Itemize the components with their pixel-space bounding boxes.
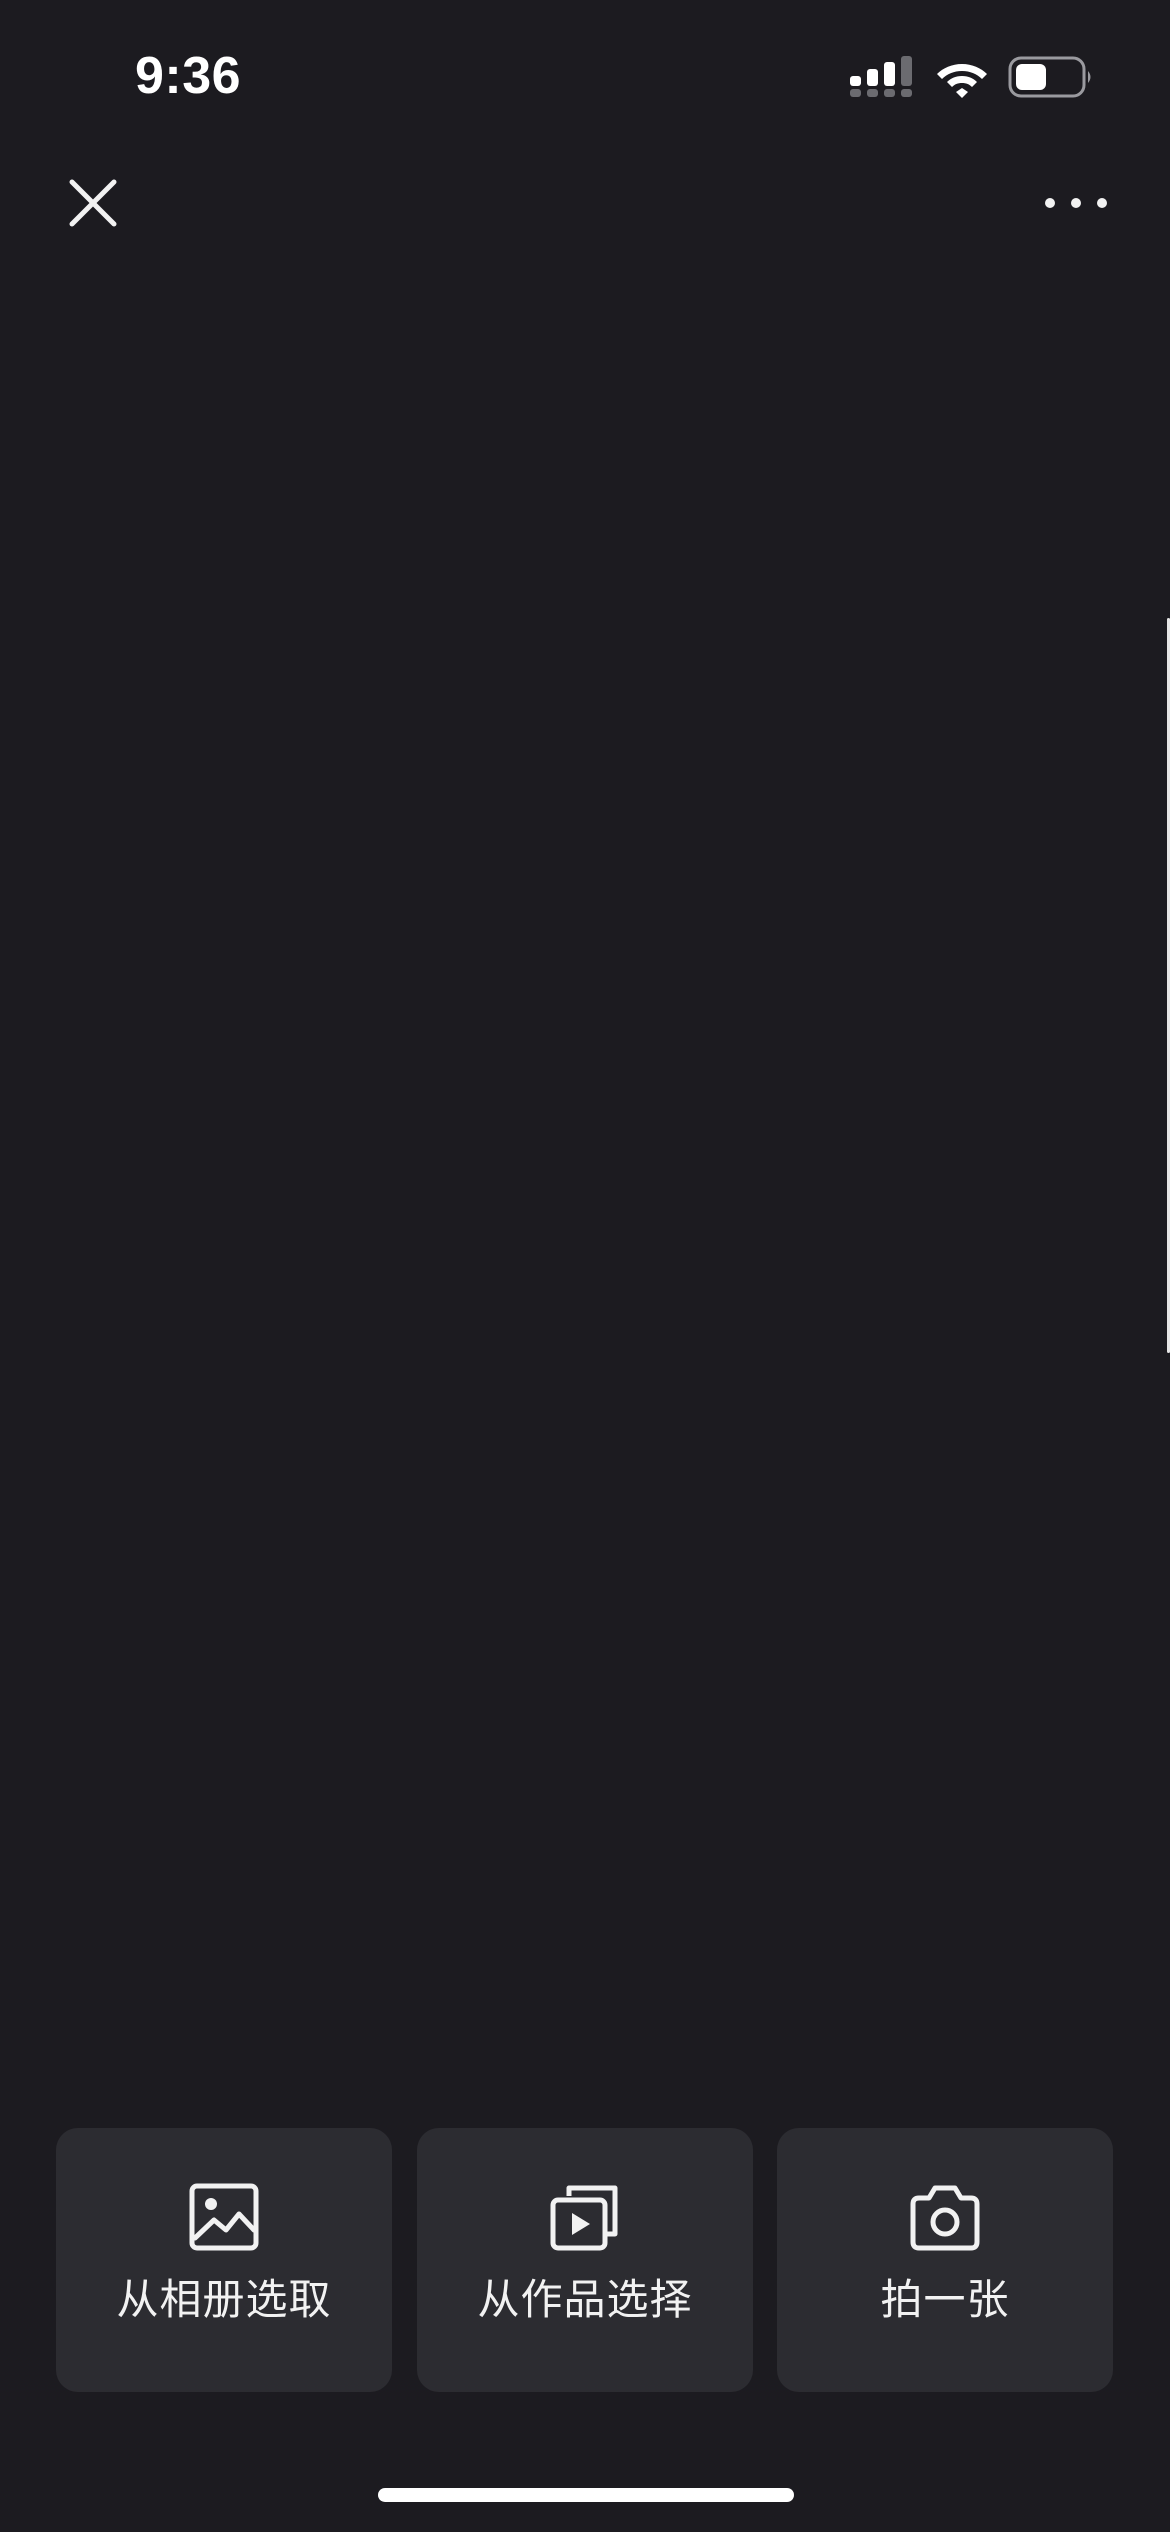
close-icon bbox=[69, 179, 117, 227]
action-label: 从相册选取 bbox=[116, 2275, 332, 2324]
cellular-signal-icon bbox=[850, 56, 912, 97]
close-button[interactable] bbox=[58, 168, 128, 238]
action-label: 拍一张 bbox=[880, 2275, 1010, 2324]
wifi-icon bbox=[937, 64, 987, 98]
status-icons bbox=[850, 52, 1095, 102]
action-panel: 从相册选取 从作品选择 拍一张 bbox=[56, 2128, 1113, 2392]
more-options-button[interactable] bbox=[1035, 168, 1117, 238]
battery-icon bbox=[1008, 56, 1091, 98]
status-time: 9:36 bbox=[135, 47, 242, 105]
action-label: 从作品选择 bbox=[477, 2275, 693, 2324]
camera-icon bbox=[910, 2185, 980, 2251]
home-indicator[interactable] bbox=[378, 2488, 794, 2502]
choose-from-works-button[interactable]: 从作品选择 bbox=[417, 2128, 753, 2392]
image-icon bbox=[189, 2183, 259, 2251]
more-horizontal-icon bbox=[1045, 198, 1107, 208]
choose-from-album-button[interactable]: 从相册选取 bbox=[56, 2128, 392, 2392]
take-photo-button[interactable]: 拍一张 bbox=[777, 2128, 1113, 2392]
video-stack-icon bbox=[550, 2185, 618, 2251]
